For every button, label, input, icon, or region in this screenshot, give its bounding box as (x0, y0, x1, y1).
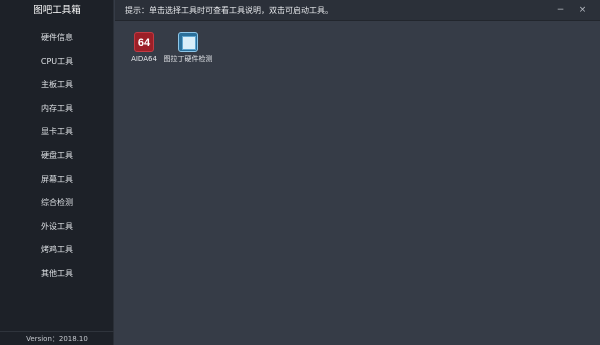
sidebar-item-hardware-info[interactable]: 硬件信息 (0, 26, 114, 50)
minimize-button[interactable]: − (554, 4, 567, 17)
hint-text: 提示：单击选择工具时可查看工具说明，双击可启动工具。 (125, 6, 333, 15)
sidebar-item-other-tools[interactable]: 其他工具 (0, 262, 114, 286)
tool-label: 图拉丁硬件检测 (163, 55, 213, 63)
tool-area: 64 AIDA64 图拉丁硬件检测 (115, 22, 600, 345)
sidebar-item-screen-tools[interactable]: 屏幕工具 (0, 168, 114, 192)
close-button[interactable]: × (576, 4, 589, 17)
tool-aida64[interactable]: 64 AIDA64 (119, 32, 169, 64)
app-title: 图吧工具箱 (33, 5, 81, 16)
sidebar-item-peripheral-tools[interactable]: 外设工具 (0, 215, 114, 239)
tuba-hardware-check-icon (178, 32, 198, 52)
sidebar-item-disk-tools[interactable]: 硬盘工具 (0, 144, 114, 168)
version-label: Version：2018.10 (0, 331, 114, 345)
sidebar-nav: 硬件信息 CPU工具 主板工具 内存工具 显卡工具 硬盘工具 屏幕工具 综合检测… (0, 26, 114, 286)
sidebar-item-memory-tools[interactable]: 内存工具 (0, 97, 114, 121)
tool-tuba-hardware-check[interactable]: 图拉丁硬件检测 (163, 32, 213, 64)
sidebar-item-cpu-tools[interactable]: CPU工具 (0, 50, 114, 74)
tool-label: AIDA64 (131, 55, 157, 63)
sidebar-item-motherboard-tools[interactable]: 主板工具 (0, 73, 114, 97)
aida64-icon: 64 (134, 32, 154, 52)
topbar: 提示：单击选择工具时可查看工具说明，双击可启动工具。 − × (115, 0, 600, 21)
sidebar-item-general-test[interactable]: 综合检测 (0, 191, 114, 215)
sidebar-item-stress-tools[interactable]: 烤鸡工具 (0, 238, 114, 262)
sidebar-item-gpu-tools[interactable]: 显卡工具 (0, 120, 114, 144)
sidebar: 图吧工具箱 硬件信息 CPU工具 主板工具 内存工具 显卡工具 硬盘工具 屏幕工… (0, 0, 114, 345)
